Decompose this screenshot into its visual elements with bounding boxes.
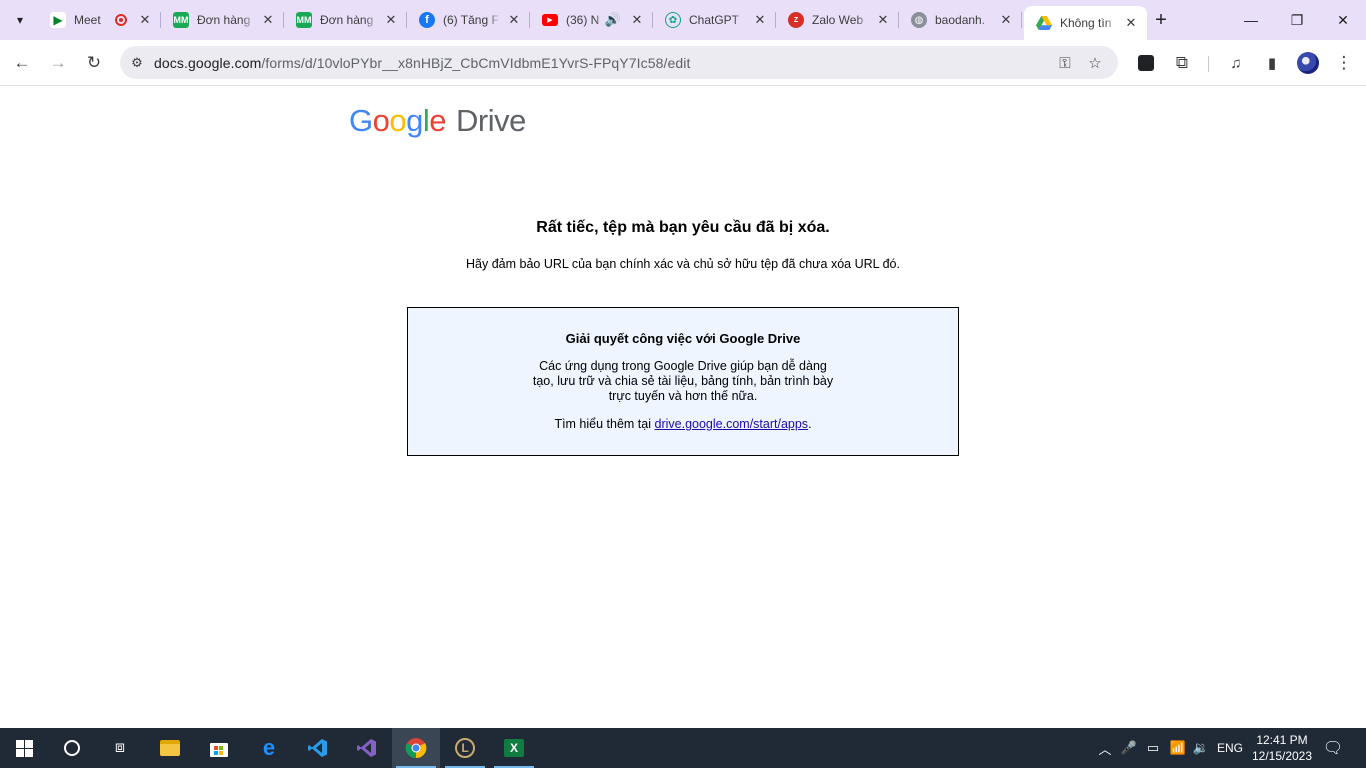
microphone-icon[interactable]: 🎤 (1118, 728, 1140, 768)
tab-don-hang-1[interactable]: MM Đơn hàng ✕ (161, 4, 284, 36)
chrome-taskbar-icon[interactable] (392, 728, 440, 768)
side-panel-icon[interactable]: ▮ (1258, 49, 1286, 77)
mm-icon: MM (173, 12, 189, 28)
audio-playing-icon[interactable]: 🔊 (605, 12, 621, 28)
drive-apps-link[interactable]: drive.google.com/start/apps (655, 417, 809, 431)
tab-title: ChatGPT (689, 13, 740, 27)
tab-close-icon[interactable]: ✕ (260, 12, 276, 28)
clock-time: 12:41 PM (1256, 733, 1308, 747)
mm-icon: MM (296, 12, 312, 28)
tray-chevron-up-icon[interactable]: ︿ (1094, 728, 1116, 768)
url-text[interactable]: docs.google.com/forms/d/10vloPYbr__x8nHB… (154, 55, 690, 71)
info-box-body: Các ứng dụng trong Google Drive giúp bạn… (532, 359, 834, 403)
tab-title: baodanh. (935, 13, 986, 27)
tab-title: (36) N (566, 13, 600, 27)
logo-product-text: Drive (456, 103, 526, 138)
menu-kebab-icon[interactable]: ⋮ (1330, 49, 1358, 77)
password-key-icon[interactable]: ⚿ (1052, 50, 1078, 76)
tab-baodanh[interactable]: ◍ baodanh. ✕ (899, 4, 1022, 36)
globe-icon: ◍ (911, 12, 927, 28)
volume-icon[interactable]: 🔉 (1190, 728, 1212, 768)
tab-close-icon[interactable]: ✕ (383, 12, 399, 28)
youtube-icon: ▶ (542, 14, 558, 26)
forward-arrow-icon[interactable]: → (44, 49, 72, 77)
media-control-icon[interactable]: ♫ (1222, 49, 1250, 77)
address-bar[interactable]: ⚙ docs.google.com/forms/d/10vloPYbr__x8n… (120, 46, 1118, 79)
tab-zalo[interactable]: Z Zalo Web ✕ (776, 4, 899, 36)
tab-title: (6) Tăng F (443, 13, 499, 27)
tab-don-hang-2[interactable]: MM Đơn hàng ✕ (284, 4, 407, 36)
tab-close-icon[interactable]: ✕ (875, 12, 891, 28)
clock-date: 12/15/2023 (1251, 749, 1313, 763)
windows-start-icon[interactable] (0, 728, 48, 768)
close-window-icon[interactable]: ✕ (1320, 0, 1366, 40)
meet-icon: ▶ (50, 12, 66, 28)
recording-icon (115, 14, 127, 26)
profile-avatar[interactable] (1297, 52, 1319, 74)
back-arrow-icon[interactable]: ← (8, 49, 36, 77)
reload-icon[interactable]: ↻ (80, 49, 108, 77)
tab-close-icon[interactable]: ✕ (506, 12, 522, 28)
new-tab-plus-icon[interactable]: + (1148, 8, 1174, 32)
tab-chatgpt[interactable]: ✿ ChatGPT ✕ (653, 4, 776, 36)
tab-close-icon[interactable]: ✕ (998, 12, 1014, 28)
tab-facebook[interactable]: f (6) Tăng F ✕ (407, 4, 530, 36)
file-explorer-icon[interactable] (146, 728, 194, 768)
drive-info-box: Giải quyết công việc với Google Drive Cá… (407, 307, 959, 456)
tab-strip: ▾ ▶ Meet ✕ MM Đơn hàng ✕ MM Đơn hàng ✕ f… (0, 0, 1366, 40)
tab-title: Meet (74, 13, 101, 27)
task-view-icon[interactable]: ⧈ (96, 728, 144, 768)
tab-title: Đơn hàng (320, 13, 374, 27)
tab-title: Zalo Web (812, 13, 864, 27)
error-title: Rất tiếc, tệp mà bạn yêu cầu đã bị xóa. (536, 219, 830, 236)
league-client-icon[interactable]: L (441, 728, 489, 768)
chatgpt-icon: ✿ (665, 12, 681, 28)
notification-center-icon[interactable]: 🗨 (1318, 728, 1348, 768)
search-circle-icon[interactable] (48, 728, 96, 768)
extension-app-icon[interactable] (1132, 49, 1160, 77)
tab-close-icon[interactable]: ✕ (752, 12, 768, 28)
tab-search-chevron-icon[interactable]: ▾ (6, 6, 34, 34)
edge-browser-icon[interactable]: e (245, 728, 293, 768)
tab-meet[interactable]: ▶ Meet ✕ (38, 4, 161, 36)
vscode-icon[interactable] (294, 728, 342, 768)
learn-more-prefix: Tìm hiểu thêm tại (554, 417, 652, 431)
tab-youtube[interactable]: ▶ (36) N 🔊 ✕ (530, 4, 653, 36)
bookmark-star-icon[interactable]: ☆ (1082, 50, 1108, 76)
extensions-puzzle-icon[interactable]: ⧉ (1168, 49, 1196, 77)
error-subtitle: Hãy đảm bảo URL của bạn chính xác và chủ… (466, 257, 900, 271)
wifi-icon[interactable]: 📶 (1166, 728, 1190, 768)
toolbar-divider (1208, 56, 1209, 72)
tab-close-icon[interactable]: ✕ (629, 12, 645, 28)
learn-more-suffix: . (808, 417, 812, 431)
tab-divider (1021, 12, 1022, 28)
excel-icon[interactable]: X (490, 728, 538, 768)
visual-studio-icon[interactable] (343, 728, 391, 768)
info-box-title: Giải quyết công việc với Google Drive (565, 331, 801, 346)
browser-toolbar: ← → ↻ ⚙ docs.google.com/forms/d/10vloPYb… (0, 40, 1366, 86)
facebook-icon: f (419, 12, 435, 28)
language-indicator[interactable]: ENG (1214, 728, 1246, 768)
battery-icon[interactable]: ▭ (1142, 728, 1164, 768)
tab-drive-active[interactable]: Không tìn ✕ (1024, 6, 1147, 40)
google-drive-logo[interactable]: Google Drive (349, 103, 526, 139)
tab-close-icon[interactable]: ✕ (137, 12, 153, 28)
zalo-icon: Z (788, 12, 804, 28)
windows-taskbar: ⧈ e L X ︿ 🎤 ▭ 📶 🔉 ENG 12:41 PM 12/15/202… (0, 728, 1366, 768)
tab-title: Không tìn (1060, 16, 1112, 30)
microsoft-store-icon[interactable] (195, 728, 243, 768)
tab-close-icon[interactable]: ✕ (1123, 15, 1139, 31)
taskbar-clock[interactable]: 12:41 PM 12/15/2023 (1247, 732, 1317, 764)
restore-icon[interactable]: ❐ (1274, 0, 1320, 40)
minimize-icon[interactable]: — (1228, 0, 1274, 40)
tab-title: Đơn hàng (197, 13, 251, 27)
drive-icon (1036, 15, 1052, 31)
info-box-learn-more: Tìm hiểu thêm tại drive.google.com/start… (408, 417, 958, 431)
site-settings-icon[interactable]: ⚙ (120, 46, 154, 79)
page-content: Google Drive Rất tiếc, tệp mà bạn yêu cầu… (0, 87, 1366, 728)
